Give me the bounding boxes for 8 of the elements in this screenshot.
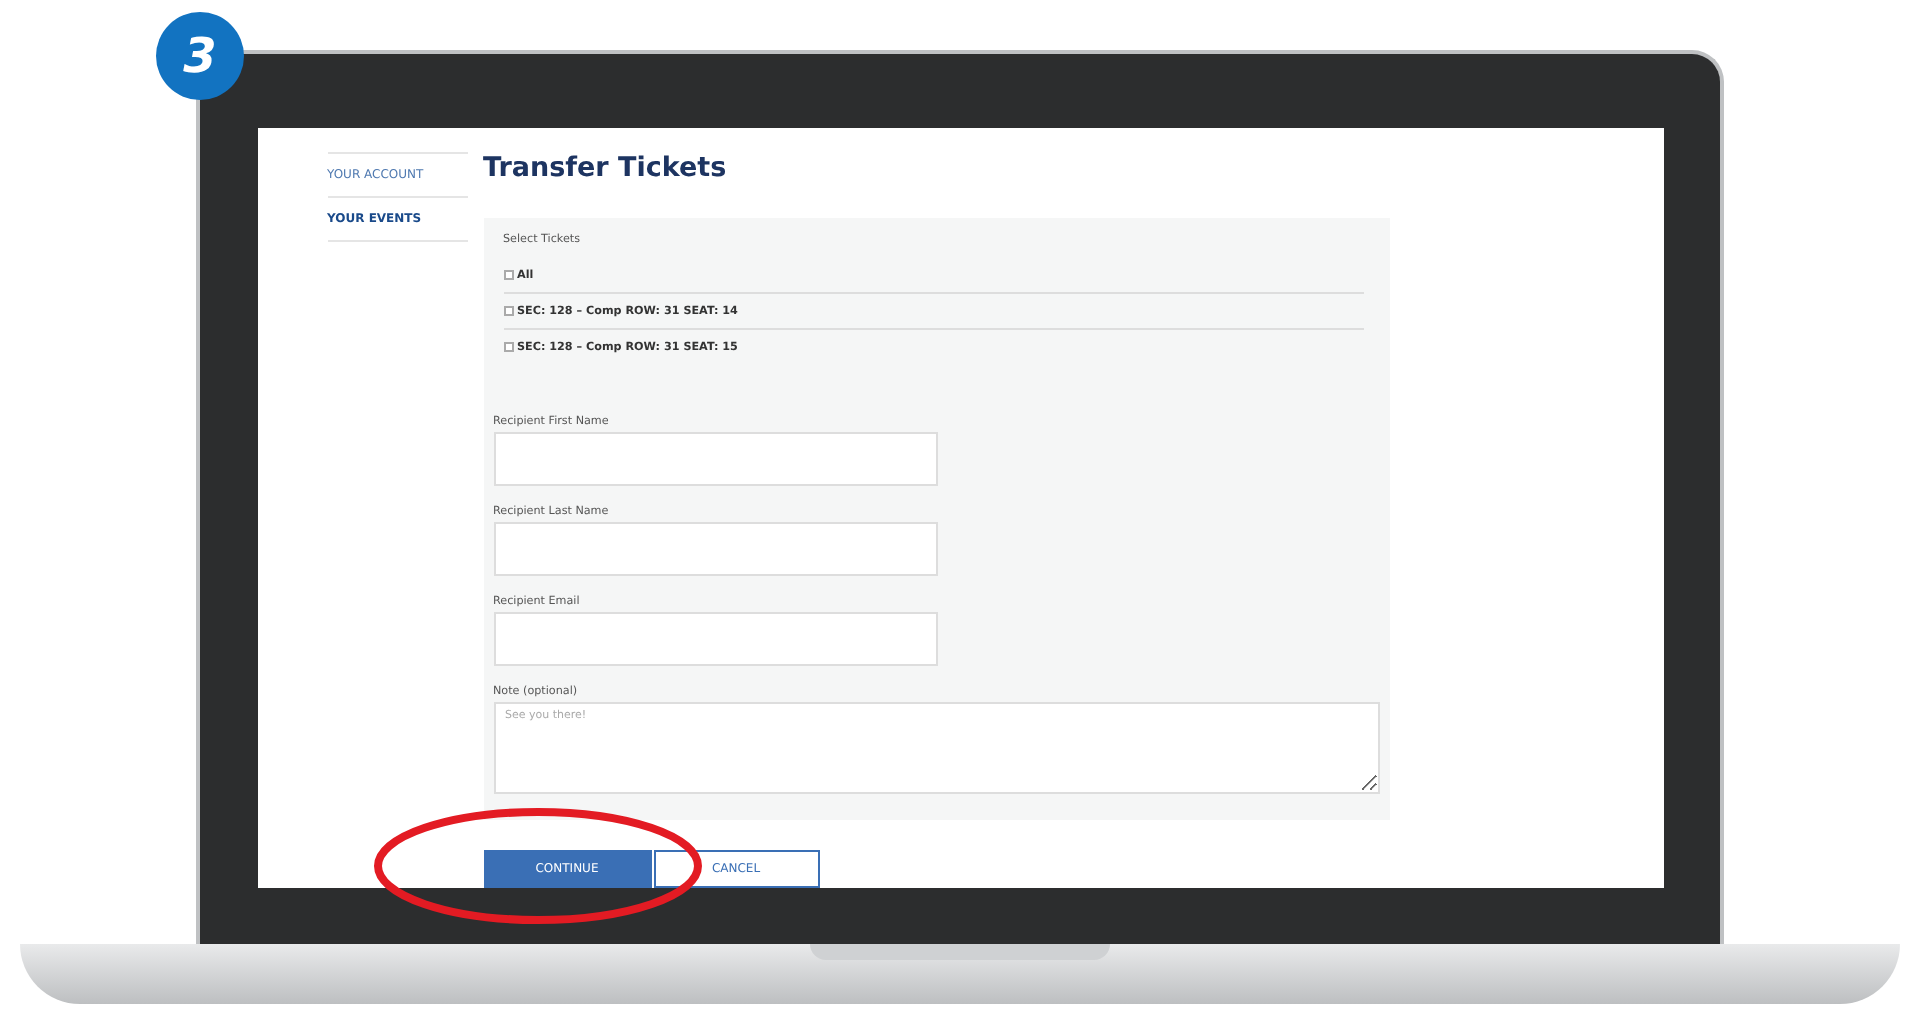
input-field[interactable] [493,612,937,666]
checkbox[interactable] [503,342,513,352]
page-title: Transfer Tickets [483,152,729,188]
step-badge: 3 [156,12,244,100]
input-field[interactable] [493,522,937,576]
input-field[interactable] [493,432,937,486]
checkbox[interactable] [503,306,513,316]
checkbox[interactable] [503,270,513,280]
